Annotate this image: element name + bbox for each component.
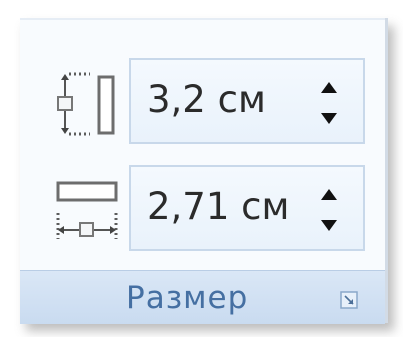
height-value[interactable]: 3,2 см: [147, 78, 266, 122]
height-spinner[interactable]: 3,2 см: [129, 58, 365, 144]
width-value[interactable]: 2,71 см: [147, 185, 289, 229]
group-footer: Размер: [20, 270, 385, 324]
dialog-launcher-icon[interactable]: [340, 291, 358, 309]
shape-height-icon: [54, 72, 140, 136]
size-group-panel: 3,2 см 2,71 см Размер: [20, 18, 388, 324]
shape-width-icon: [54, 179, 140, 243]
group-label: Размер: [126, 280, 249, 316]
height-row: 3,2 см: [20, 56, 385, 152]
ribbon-size-group: 3,2 см 2,71 см Размер: [0, 0, 403, 337]
width-row: 2,71 см: [20, 163, 385, 259]
spin-arrows-icon[interactable]: [315, 80, 343, 126]
spin-arrows-icon[interactable]: [315, 187, 343, 233]
panel-top-border: [20, 18, 385, 20]
width-spinner[interactable]: 2,71 см: [129, 165, 365, 251]
